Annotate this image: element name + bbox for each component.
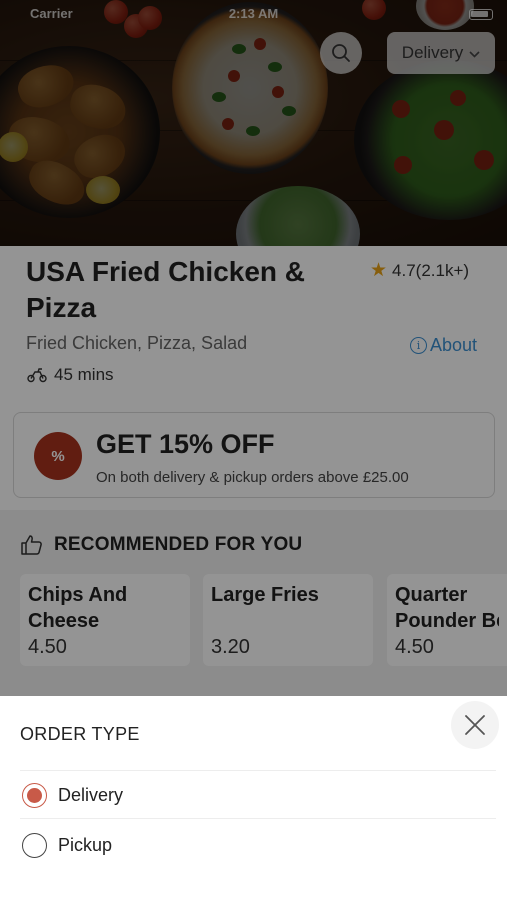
sheet-title: ORDER TYPE [20,724,140,744]
close-button[interactable] [451,701,499,749]
radio-selected-icon[interactable] [22,782,47,808]
modal-backdrop[interactable] [0,0,507,696]
radio-unselected-icon[interactable] [22,832,47,858]
order-type-option-pickup[interactable]: Pickup [22,827,482,863]
option-label: Pickup [58,834,113,855]
option-label: Delivery [58,784,124,805]
divider [20,818,496,819]
close-icon [465,715,485,735]
divider [20,770,496,771]
order-type-option-delivery[interactable]: Delivery [22,777,482,813]
order-type-sheet: ORDER TYPE Delivery Pickup [0,696,507,900]
